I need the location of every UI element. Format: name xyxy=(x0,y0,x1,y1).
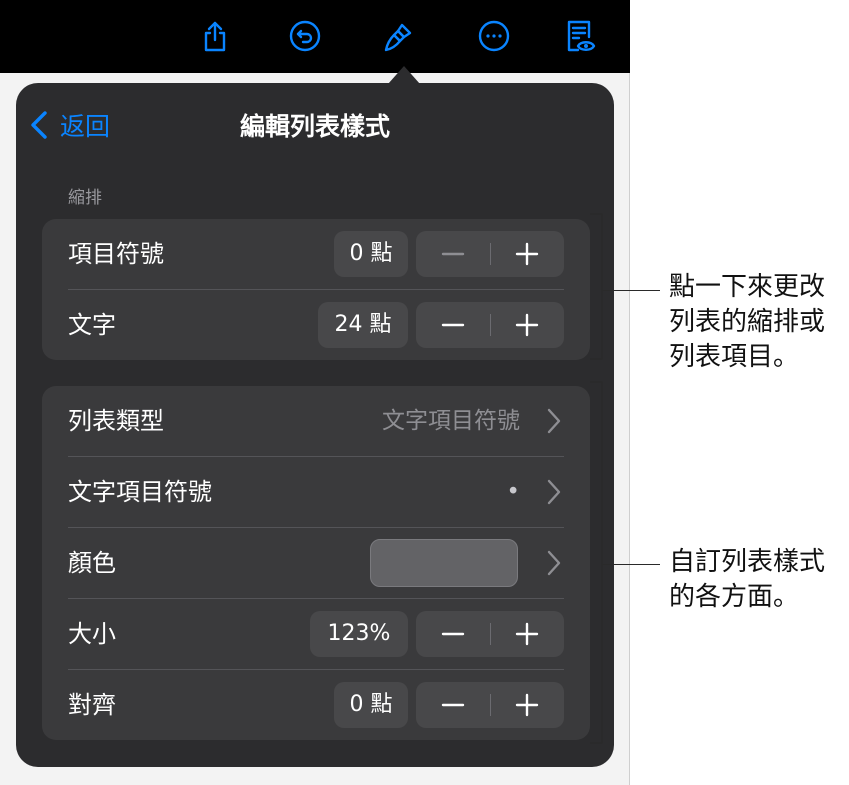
bullet-indent-decrease-button[interactable] xyxy=(416,231,490,277)
plus-icon xyxy=(515,622,539,646)
text-bullet-row[interactable]: 文字項目符號 • xyxy=(42,457,590,527)
callout-line-text: 列表的縮排或 xyxy=(669,307,826,337)
text-bullet-value: • xyxy=(506,479,520,505)
size-stepper xyxy=(416,611,564,657)
list-type-row[interactable]: 列表類型 文字項目符號 xyxy=(42,386,590,456)
align-value: 0 點 xyxy=(334,682,408,728)
indent-section-header: 縮排 xyxy=(68,188,102,208)
chevron-right-icon xyxy=(547,408,561,434)
share-icon xyxy=(204,21,226,52)
indent-callout-line xyxy=(602,290,660,291)
callout-line-text: 自訂列表樣式 xyxy=(669,547,826,577)
more-icon xyxy=(478,20,510,52)
indent-group: 項目符號 0 點 文字 24 點 xyxy=(42,219,590,360)
popover-arrow xyxy=(388,66,420,84)
align-stepper xyxy=(416,682,564,728)
callout-line-text: 點一下來更改 xyxy=(669,272,826,302)
indent-bracket xyxy=(590,213,603,360)
bullet-indent-increase-button[interactable] xyxy=(490,231,564,277)
edit-list-style-panel: 返回 編輯列表樣式 縮排 項目符號 0 點 文字 24 點 列表類型 文字項目符… xyxy=(16,83,614,767)
color-swatch[interactable] xyxy=(370,539,518,587)
color-label: 顏色 xyxy=(68,549,116,577)
style-callout-line xyxy=(602,564,660,565)
callout-line-text: 列表項目。 xyxy=(669,342,800,372)
format-button[interactable] xyxy=(381,18,417,54)
share-button[interactable] xyxy=(197,18,233,54)
chevron-right-icon xyxy=(547,479,561,505)
indent-callout: 點一下來更改 列表的縮排或 列表項目。 xyxy=(669,270,825,375)
bullet-indent-label: 項目符號 xyxy=(68,240,164,268)
style-bracket xyxy=(590,381,603,744)
minus-icon xyxy=(441,252,465,256)
text-indent-value: 24 點 xyxy=(318,302,408,348)
bullet-indent-stepper xyxy=(416,231,564,277)
align-increase-button[interactable] xyxy=(490,682,564,728)
size-decrease-button[interactable] xyxy=(416,611,490,657)
minus-icon xyxy=(441,632,465,636)
minus-icon xyxy=(441,703,465,707)
align-decrease-button[interactable] xyxy=(416,682,490,728)
chevron-right-icon xyxy=(547,550,561,576)
plus-icon xyxy=(515,242,539,266)
size-row: 大小 123% xyxy=(42,599,590,669)
color-row[interactable]: 顏色 xyxy=(42,528,590,598)
device-screen: 返回 編輯列表樣式 縮排 項目符號 0 點 文字 24 點 列表類型 文字項目符… xyxy=(0,0,630,785)
list-type-label: 列表類型 xyxy=(68,407,164,435)
format-paintbrush-icon xyxy=(384,23,412,52)
undo-button[interactable] xyxy=(287,18,323,54)
text-indent-increase-button[interactable] xyxy=(490,302,564,348)
minus-icon xyxy=(441,323,465,327)
size-label: 大小 xyxy=(68,620,116,648)
bullet-indent-row: 項目符號 0 點 xyxy=(42,219,590,289)
toolbar xyxy=(0,0,630,73)
align-label: 對齊 xyxy=(68,691,116,719)
align-row: 對齊 0 點 xyxy=(42,670,590,740)
more-button[interactable] xyxy=(476,18,512,54)
reader-view-icon xyxy=(567,20,596,52)
text-bullet-label: 文字項目符號 xyxy=(68,478,212,506)
callout-line-text: 的各方面。 xyxy=(669,582,800,612)
panel-title: 編輯列表樣式 xyxy=(239,112,390,141)
size-increase-button[interactable] xyxy=(490,611,564,657)
bullet-indent-value: 0 點 xyxy=(334,231,408,277)
list-style-group: 列表類型 文字項目符號 文字項目符號 • 顏色 大小 123% 對齊 0 點 xyxy=(42,386,590,740)
text-indent-row: 文字 24 點 xyxy=(42,290,590,360)
style-callout: 自訂列表樣式 的各方面。 xyxy=(669,545,825,615)
plus-icon xyxy=(515,693,539,717)
text-indent-stepper xyxy=(416,302,564,348)
undo-icon xyxy=(289,20,321,52)
list-type-value: 文字項目符號 xyxy=(382,408,520,434)
text-indent-label: 文字 xyxy=(68,311,116,339)
size-value: 123% xyxy=(310,611,408,657)
reader-view-button[interactable] xyxy=(561,18,597,54)
text-indent-decrease-button[interactable] xyxy=(416,302,490,348)
plus-icon xyxy=(515,313,539,337)
